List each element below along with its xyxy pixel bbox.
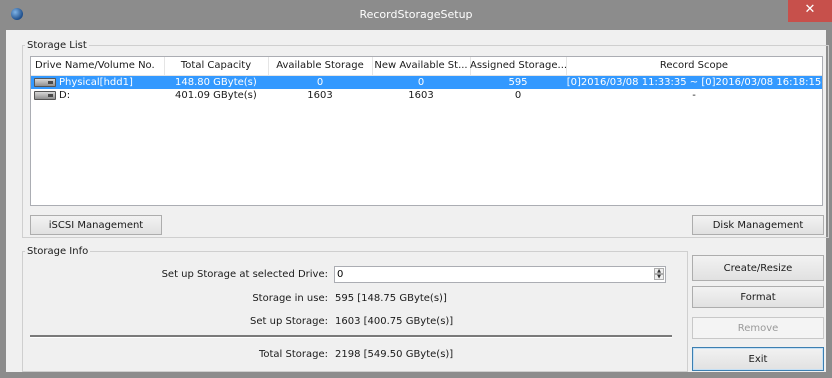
column-header-total[interactable]: Total Capacity (164, 60, 268, 71)
cell-drive: Physical[hdd1] (59, 77, 133, 88)
hard-drive-icon (34, 78, 56, 87)
cell-record-scope: [0]2016/03/08 11:33:35 ~ [0]2016/03/08 1… (566, 77, 822, 88)
in-use-label: Storage in use: (252, 293, 328, 304)
setup-drive-input[interactable] (337, 268, 637, 281)
setup-storage-label: Set up Storage: (250, 316, 328, 327)
storage-info-legend: Storage Info (27, 246, 89, 257)
column-header-new-available[interactable]: New Available St... (372, 60, 470, 71)
cell-drive: D: (59, 90, 71, 101)
iscsi-management-button[interactable]: iSCSI Management (30, 215, 162, 235)
cell-total: 148.80 GByte(s) (175, 77, 257, 88)
exit-button[interactable]: Exit (692, 347, 824, 371)
divider (30, 335, 672, 338)
close-icon[interactable]: ✕ (788, 0, 832, 22)
table-row[interactable]: D: 401.09 GByte(s) 1603 1603 0 - (31, 89, 822, 102)
cell-assigned: 0 (514, 90, 522, 101)
setup-drive-stepper[interactable]: ▲ ▼ (334, 266, 666, 283)
column-header-assigned[interactable]: Assigned Storage... (470, 60, 566, 71)
column-header-available[interactable]: Available Storage (268, 60, 372, 71)
cell-available: 1603 (307, 90, 333, 101)
spin-buttons[interactable]: ▲ ▼ (654, 268, 664, 281)
cell-total: 401.09 GByte(s) (175, 90, 257, 101)
format-button[interactable]: Format (692, 286, 824, 308)
create-resize-button[interactable]: Create/Resize (692, 255, 824, 281)
total-storage-value: 2198 [549.50 GByte(s)] (335, 349, 454, 360)
table-row[interactable]: Physical[hdd1] 148.80 GByte(s) 0 0 595 [… (31, 76, 822, 89)
cell-new-available: 0 (417, 77, 425, 88)
in-use-value: 595 [148.75 GByte(s)] (335, 293, 447, 304)
cell-available: 0 (316, 77, 324, 88)
setup-storage-value: 1603 [400.75 GByte(s)] (335, 316, 454, 327)
list-header: Drive Name/Volume No. Total Capacity Ava… (31, 57, 822, 76)
column-header-drive[interactable]: Drive Name/Volume No. (35, 60, 163, 71)
total-storage-label: Total Storage: (258, 349, 328, 360)
storage-list-view[interactable]: Drive Name/Volume No. Total Capacity Ava… (30, 56, 823, 206)
cell-assigned: 595 (508, 77, 528, 88)
disk-management-button[interactable]: Disk Management (692, 215, 824, 235)
column-header-record-scope[interactable]: Record Scope (566, 60, 822, 71)
cell-record-scope: - (692, 90, 696, 101)
remove-button[interactable]: Remove (692, 317, 824, 339)
title-bar[interactable]: RecordStorageSetup (6, 0, 826, 30)
spin-down-icon[interactable]: ▼ (654, 274, 664, 280)
cell-new-available: 1603 (408, 90, 434, 101)
setup-drive-label: Set up Storage at selected Drive: (161, 269, 328, 280)
hard-drive-icon (34, 91, 56, 100)
window-title: RecordStorageSetup (359, 8, 473, 21)
storage-list-legend: Storage List (27, 40, 87, 51)
